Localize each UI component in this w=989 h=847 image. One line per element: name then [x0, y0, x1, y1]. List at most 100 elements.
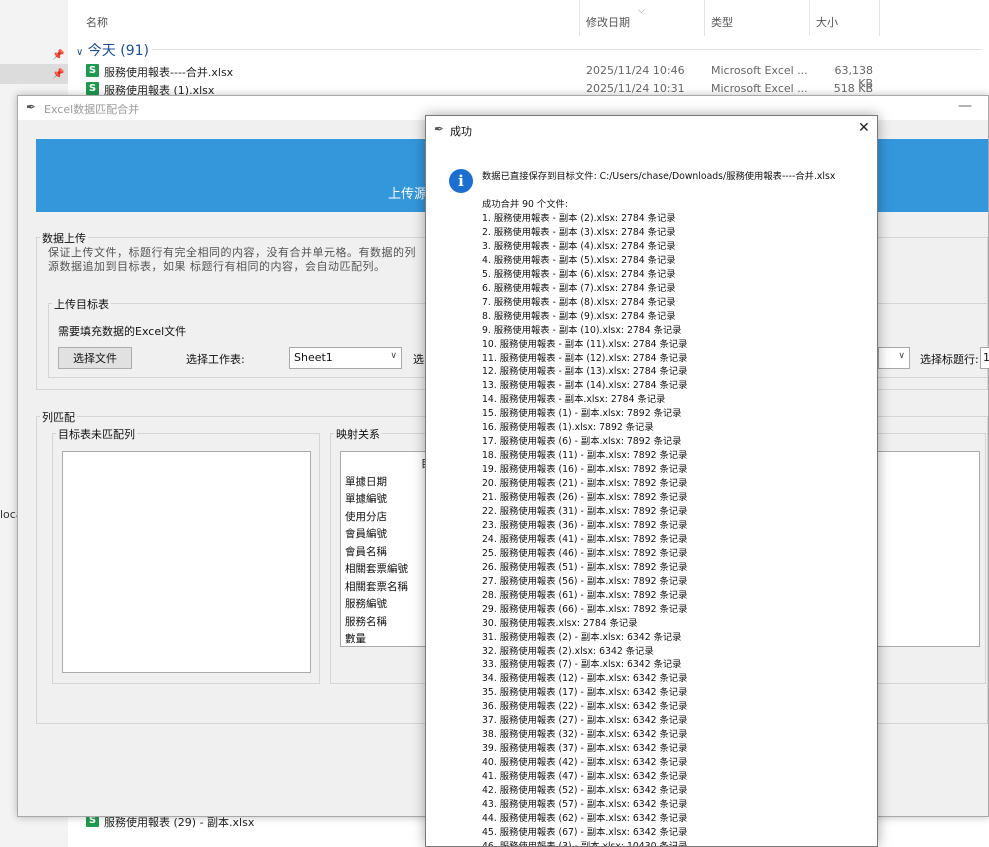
unmatched-label: 目标表未匹配列 — [56, 426, 137, 442]
dialog-file-line: 22. 服務使用報表 (31) - 副本.xlsx: 7892 条记录 — [482, 505, 688, 517]
column-match-label: 列匹配 — [40, 409, 77, 425]
header-row-label: 选择标题行: — [920, 353, 979, 366]
chevron-down-icon: ∨ — [76, 47, 84, 58]
dialog-file-line: 30. 服務使用報表.xlsx: 2784 条记录 — [482, 617, 638, 629]
dialog-file-line: 33. 服務使用報表 (7) - 副本.xlsx: 6342 条记录 — [482, 659, 682, 671]
dialog-file-line: 1. 服務使用報表 - 副本 (2).xlsx: 2784 条记录 — [482, 213, 676, 224]
dialog-file-line: 11. 服務使用報表 - 副本 (12).xlsx: 2784 条记录 — [482, 352, 688, 364]
column-header-name[interactable]: 名称 — [80, 0, 580, 36]
dialog-file-line: 2. 服務使用報表 - 副本 (3).xlsx: 2784 条记录 — [482, 227, 676, 238]
dialog-file-line: 45. 服務使用報表 (67) - 副本.xlsx: 6342 条记录 — [482, 826, 688, 838]
column-header-size[interactable]: 大小 — [810, 0, 880, 36]
app-title: Excel数据匹配合并 — [44, 103, 140, 116]
file-date: 2025/11/24 10:46 — [586, 64, 685, 77]
dialog-file-line: 10. 服務使用報表 - 副本 (11).xlsx: 2784 条记录 — [482, 338, 688, 350]
minimize-icon[interactable]: — — [958, 98, 972, 114]
dialog-file-line: 42. 服務使用報表 (52) - 副本.xlsx: 6342 条记录 — [482, 784, 688, 796]
header-row-value: 1 — [983, 351, 989, 364]
mapping-item[interactable]: 數量 — [345, 631, 366, 646]
dialog-file-line: 39. 服務使用報表 (37) - 副本.xlsx: 6342 条记录 — [482, 743, 688, 755]
dialog-file-line: 17. 服務使用報表 (6) - 副本.xlsx: 7892 条记录 — [482, 436, 682, 448]
dialog-file-line: 15. 服務使用報表 (1) - 副本.xlsx: 7892 条记录 — [482, 408, 682, 420]
dialog-file-line: 40. 服務使用報表 (42) - 副本.xlsx: 6342 条记录 — [482, 757, 688, 768]
group-header-today[interactable]: ∨ 今天 (91) — [76, 40, 149, 60]
mapping-item[interactable]: 單據編號 — [345, 491, 387, 506]
upload-description-line: 保证上传文件，标题行有完全相同的内容，没有合并单元格。有数据的列 — [48, 246, 416, 259]
dialog-message: 数据已直接保存到目标文件: C:/Users/chase/Downloads/服… — [482, 171, 836, 182]
file-name: 服務使用報表----合并.xlsx — [104, 66, 234, 79]
unmatched-columns-list[interactable] — [62, 451, 311, 673]
column-header-modified[interactable]: 修改日期 — [580, 0, 705, 36]
mapping-item[interactable]: 相關套票編號 — [345, 561, 408, 576]
close-icon[interactable]: ✕ — [858, 120, 870, 136]
info-icon: i — [449, 169, 473, 193]
dialog-file-line: 23. 服務使用報表 (36) - 副本.xlsx: 7892 条记录 — [482, 519, 688, 531]
dialog-file-line: 43. 服務使用報表 (57) - 副本.xlsx: 6342 条记录 — [482, 798, 688, 810]
dialog-file-line: 24. 服務使用報表 (41) - 副本.xlsx: 7892 条记录 — [482, 533, 688, 545]
mapping-item[interactable]: 會員名稱 — [345, 544, 387, 559]
dialog-file-line: 12. 服務使用報表 - 副本 (13).xlsx: 2784 条记录 — [482, 366, 688, 378]
clipped-label: 选 — [413, 353, 424, 366]
dialog-file-line: 14. 服務使用報表 - 副本.xlsx: 2784 条记录 — [482, 394, 666, 406]
success-dialog: ✒ 成功 ✕ i 数据已直接保存到目标文件: C:/Users/chase/Do… — [425, 115, 878, 847]
mapping-item[interactable]: 服務名稱 — [345, 614, 387, 629]
excel-file-icon: S — [86, 64, 99, 77]
file-row[interactable]: S 服務使用報表----合并.xlsx 2025/11/24 10:46 Mic… — [86, 63, 986, 90]
banner-title: 上传源 — [388, 187, 428, 202]
feather-icon: ✒ — [26, 100, 37, 114]
upload-description-line: 源数据追加到目标表，如果 标题行有相同的内容，会自动匹配列。 — [48, 260, 386, 273]
mapping-item[interactable]: 相關套票名稱 — [345, 579, 408, 594]
sheet-select[interactable]: Sheet1 ∨ — [289, 347, 402, 369]
column-header-type[interactable]: 类型 — [705, 0, 810, 36]
dialog-file-line: 18. 服務使用報表 (11) - 副本.xlsx: 7892 条记录 — [482, 450, 688, 462]
dialog-title: 成功 — [450, 125, 472, 138]
dialog-file-line: 27. 服務使用報表 (56) - 副本.xlsx: 7892 条记录 — [482, 575, 688, 587]
file-size: 518 KB — [833, 82, 873, 95]
upload-description: 保证上传文件，标题行有完全相同的内容，没有合并单元格。有数据的列 源数据追加到目… — [48, 246, 448, 274]
dialog-summary: 成功合并 90 个文件: — [482, 199, 568, 210]
dialog-file-line: 36. 服務使用報表 (22) - 副本.xlsx: 6342 条记录 — [482, 701, 688, 713]
dialog-file-line: 29. 服務使用報表 (66) - 副本.xlsx: 7892 条记录 — [482, 603, 688, 615]
dialog-file-line: 26. 服務使用報表 (51) - 副本.xlsx: 7892 条记录 — [482, 561, 688, 573]
dialog-file-line: 37. 服務使用報表 (27) - 副本.xlsx: 6342 条记录 — [482, 715, 688, 727]
chevron-down-icon: ∨ — [898, 351, 905, 361]
dialog-file-line: 6. 服務使用報表 - 副本 (7).xlsx: 2784 条记录 — [482, 282, 676, 294]
dialog-file-line: 32. 服務使用報表 (2).xlsx: 6342 条记录 — [482, 645, 654, 657]
dialog-file-line: 16. 服務使用報表 (1).xlsx: 7892 条记录 — [482, 422, 654, 434]
sheet-select-value: Sheet1 — [294, 351, 333, 364]
pin-icon[interactable]: 📌 — [52, 50, 64, 61]
dialog-file-line: 25. 服務使用報表 (46) - 副本.xlsx: 7892 条记录 — [482, 547, 688, 559]
dialog-file-line: 19. 服務使用報表 (16) - 副本.xlsx: 7892 条记录 — [482, 464, 688, 476]
source-sheet-select[interactable]: ∨ — [878, 347, 910, 369]
sheet-label: 选择工作表: — [186, 353, 245, 366]
mapping-item[interactable]: 單據日期 — [345, 474, 387, 489]
dialog-file-line: 41. 服務使用報表 (47) - 副本.xlsx: 6342 条记录 — [482, 771, 688, 782]
dialog-file-line: 46. 服務使用報表 (3) - 副本.xlsx: 10430 条记录 — [482, 840, 688, 847]
dialog-file-line: 20. 服務使用報表 (21) - 副本.xlsx: 7892 条记录 — [482, 478, 688, 490]
group-header-label: 今天 (91) — [87, 43, 149, 59]
upload-section-label: 数据上传 — [40, 230, 88, 246]
dialog-file-line: 31. 服務使用報表 (2) - 副本.xlsx: 6342 条记录 — [482, 631, 682, 643]
file-date: 2025/11/24 10:31 — [586, 82, 685, 95]
dialog-file-line: 34. 服務使用報表 (12) - 副本.xlsx: 6342 条记录 — [482, 673, 688, 685]
mapping-label: 映射关系 — [334, 426, 382, 442]
mapping-item[interactable]: 服務編號 — [345, 596, 387, 611]
file-type: Microsoft Excel ... — [711, 64, 808, 77]
pin-icon[interactable]: 📌 — [52, 69, 64, 80]
feather-icon: ✒ — [434, 122, 445, 136]
target-hint: 需要填充数据的Excel文件 — [58, 325, 187, 338]
target-section-label: 上传目标表 — [52, 296, 111, 312]
mapping-item[interactable]: 使用分店 — [345, 509, 387, 524]
dialog-file-line: 4. 服務使用報表 - 副本 (5).xlsx: 2784 条记录 — [482, 254, 676, 266]
dialog-file-line: 5. 服務使用報表 - 副本 (6).xlsx: 2784 条记录 — [482, 268, 676, 280]
header-row-input[interactable]: 1 — [980, 347, 989, 369]
dialog-file-line: 28. 服務使用報表 (61) - 副本.xlsx: 7892 条记录 — [482, 589, 688, 601]
select-file-button[interactable]: 选择文件 — [58, 347, 132, 369]
dialog-file-line: 3. 服務使用報表 - 副本 (4).xlsx: 2784 条记录 — [482, 240, 676, 252]
dialog-file-line: 44. 服務使用報表 (62) - 副本.xlsx: 6342 条记录 — [482, 812, 688, 824]
mapping-item[interactable]: 會員編號 — [345, 526, 387, 541]
dialog-file-line: 21. 服務使用報表 (26) - 副本.xlsx: 7892 条记录 — [482, 492, 688, 503]
dialog-file-line: 8. 服務使用報表 - 副本 (9).xlsx: 2784 条记录 — [482, 310, 676, 322]
dialog-file-line: 13. 服務使用報表 - 副本 (14).xlsx: 2784 条记录 — [482, 380, 688, 392]
excel-file-icon: S — [86, 82, 99, 95]
